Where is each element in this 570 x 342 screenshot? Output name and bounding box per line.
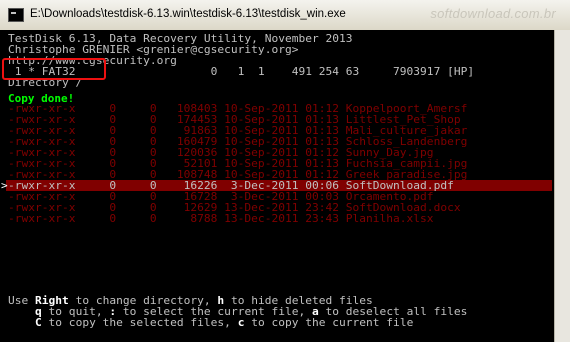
vertical-scrollbar[interactable] bbox=[554, 30, 570, 342]
watermark: softdownload.com.br bbox=[430, 6, 556, 21]
help-indent bbox=[8, 316, 35, 329]
selected-row-marker: > bbox=[1, 179, 8, 192]
title-bar[interactable]: E:\Downloads\testdisk-6.13.win\testdisk-… bbox=[0, 0, 570, 31]
highlight-box bbox=[2, 58, 106, 80]
help-key-c: c bbox=[237, 316, 245, 329]
help-text: to copy the current file bbox=[244, 316, 414, 329]
file-row[interactable]: -rwxr-xr-x 0 0 8788 13-Dec-2011 23:43 Pl… bbox=[8, 213, 434, 224]
console-app-icon bbox=[8, 8, 24, 22]
window-title: E:\Downloads\testdisk-6.13.win\testdisk-… bbox=[30, 8, 346, 20]
help-line-3: C to copy the selected files, c to copy … bbox=[8, 317, 413, 328]
help-text: to copy the selected files, bbox=[41, 316, 238, 329]
console-window: E:\Downloads\testdisk-6.13.win\testdisk-… bbox=[0, 0, 570, 342]
